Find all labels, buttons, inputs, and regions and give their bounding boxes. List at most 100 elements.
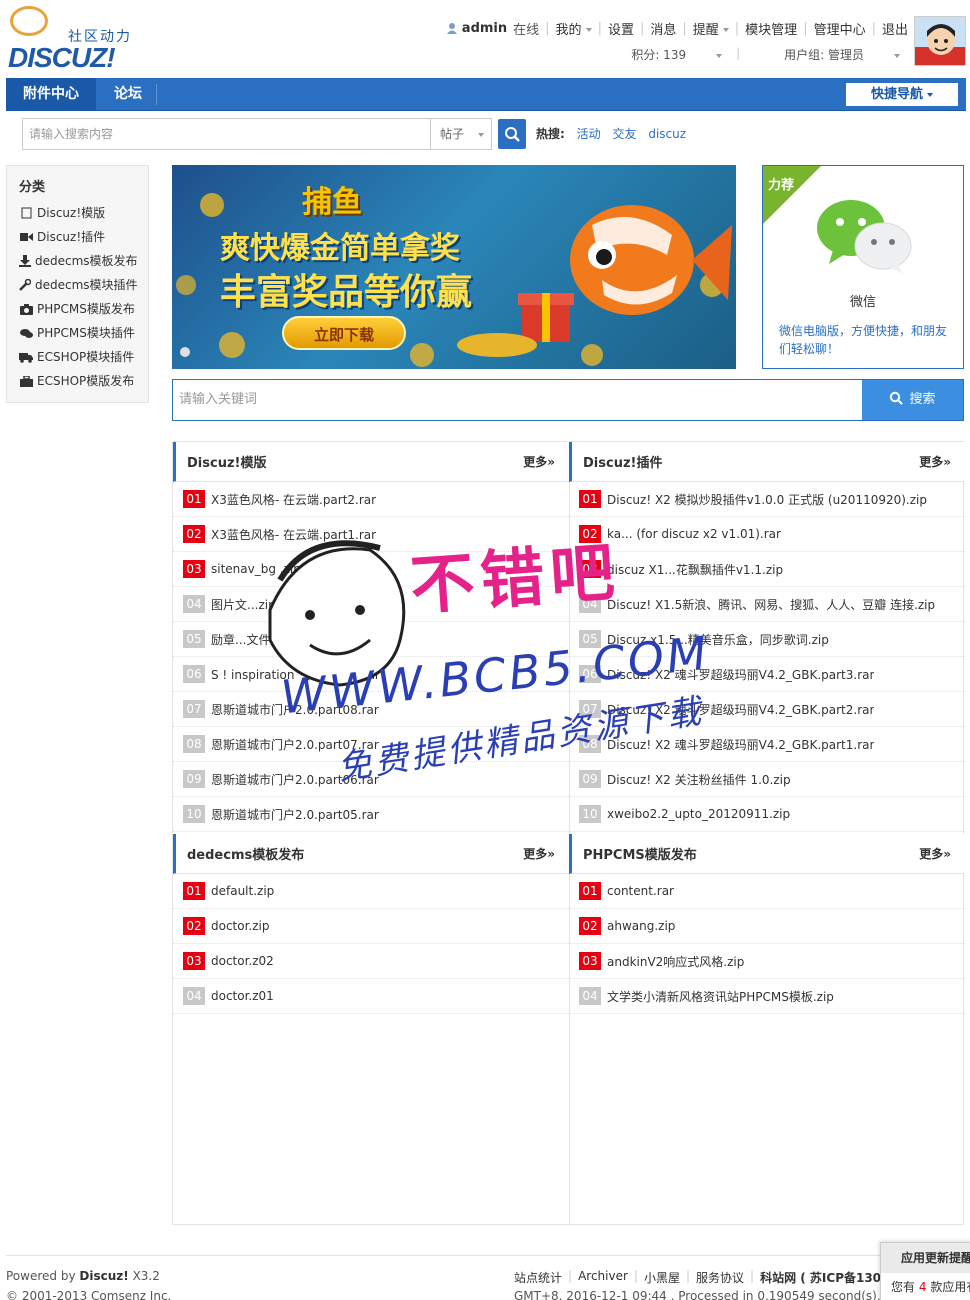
list-item[interactable]: 04 Discuz! X1.5新浪、腾讯、网易、搜狐、人人、豆瓣 连接.zip [569,587,965,622]
list-item[interactable]: 02 ka... (for discuz x2 v1.01).rar [569,517,965,552]
file-name: sitenav_bg .zip [211,562,301,576]
server-info: GMT+8, 2016-12-1 09:44 , Processed in 0.… [514,1289,919,1300]
sidebar-item-dedecms-templates[interactable]: dedecms模板发布 [19,249,138,273]
app-update-popup[interactable]: 应用更新提醒 您有 4 款应用有 [880,1242,970,1300]
rank-badge: 01 [579,490,601,508]
carousel-indicator[interactable] [180,347,190,357]
logout-link[interactable]: 退出 [882,19,908,38]
list-item[interactable]: 06 Discuz! X2 魂斗罗超级玛丽V4.2_GBK.part3.rar [569,657,965,692]
avatar[interactable] [914,16,966,66]
hot-word-link[interactable]: discuz [648,127,686,141]
tab-forum[interactable]: 论坛 [100,78,156,111]
file-name: 恩斯道城市门户2.0.part08.rar [211,702,379,717]
list-item[interactable]: 07 Discuz! X2 魂斗罗超级玛丽V4.2_GBK.part2.rar [569,692,965,727]
popup-count: 4 [918,1280,927,1294]
sidebar-item-discuz-templates[interactable]: Discuz!模版 [19,201,136,225]
footer-link-stats[interactable]: 站点统计 [514,1269,562,1286]
rank-badge: 03 [579,560,601,578]
list-item[interactable]: 06 S ! inspiration 【DX3.0】.rar [173,657,569,692]
list-item[interactable]: 03 discuz X1...花飘飘插件v1.1.zip [569,552,965,587]
sidebar-item-ecshop-templates[interactable]: ECSHOP模版发布 [19,369,136,393]
list-item[interactable]: 10 恩斯道城市门户2.0.part05.rar [173,797,569,832]
list-item[interactable]: 02 X3蓝色风格- 在云端.part1.rar [173,517,569,552]
chevron-down-icon [927,92,933,97]
list-item[interactable]: 09 Discuz! X2 关注粉丝插件 1.0.zip [569,762,965,797]
messages-link[interactable]: 消息 [650,19,676,38]
notifications-menu[interactable]: 提醒 [693,19,729,38]
footer-link-icp[interactable]: 科站网 ( 苏ICP备13033 [760,1269,898,1286]
file-name: ka... (for discuz x2 v1.01).rar [607,527,781,541]
search-input[interactable]: 请输入搜索内容 [22,118,432,150]
keyword-search: 请输入关键词 搜索 [172,379,964,421]
file-name: 恩斯道城市门户2.0.part07.rar [211,737,379,752]
points-label: 积分: 139 [631,48,687,62]
usergroup-menu[interactable]: 用户组: 管理员 [754,46,900,63]
quick-nav-button[interactable]: 快捷导航 [846,83,958,106]
tab-attachment-center[interactable]: 附件中心 [6,78,96,111]
list-item[interactable]: 05 励章...文件.rar [173,622,569,657]
search-type-select[interactable]: 帖子 [430,118,492,150]
list-item[interactable]: 01 default.zip [173,874,569,909]
points-menu[interactable]: 积分: 139 [601,46,723,63]
more-link[interactable]: 更多» [919,453,951,470]
more-link[interactable]: 更多» [919,845,951,862]
list-item[interactable]: 01 Discuz! X2 模拟炒股插件v1.0.0 正式版 (u20110920… [569,482,965,517]
username-link[interactable]: admin [462,21,507,36]
more-link[interactable]: 更多» [523,453,555,470]
settings-link[interactable]: 设置 [608,19,634,38]
file-name: doctor.z02 [211,954,274,968]
list-item[interactable]: 04 文学类小清新风格资讯站PHPCMS模板.zip [569,979,965,1014]
sidebar-item-phpcms-templates[interactable]: PHPCMS模版发布 [19,297,136,321]
keyword-search-button[interactable]: 搜索 [862,380,963,420]
rank-badge: 09 [579,770,601,788]
my-menu[interactable]: 我的 [556,19,592,38]
rank-badge: 02 [183,525,205,543]
module-manage-link[interactable]: 模块管理 [745,19,797,38]
footer-link-blacklist[interactable]: 小黑屋 [644,1269,680,1286]
hot-word-link[interactable]: 交友 [612,127,636,141]
list-item[interactable]: 02 ahwang.zip [569,909,965,944]
sidebar-item-phpcms-plugins[interactable]: PHPCMS模块插件 [19,321,136,345]
sidebar-item-ecshop-plugins[interactable]: ECSHOP模块插件 [19,345,136,369]
banner-download-button[interactable]: 立即下载 [282,316,406,350]
file-name: xweibo2.2_upto_20120911.zip [607,807,791,821]
comments-icon [19,327,33,339]
list-item[interactable]: 03 sitenav_bg .zip [173,552,569,587]
footer-links: 站点统计 | Archiver | 小黑屋 | 服务协议 | 科站网 ( 苏ICP备13… [514,1269,898,1286]
footer-link-agreement[interactable]: 服务协议 [696,1269,744,1286]
sidebar-item-discuz-plugins[interactable]: Discuz!插件 [19,225,136,249]
list-item[interactable]: 05 Discuz x1.5...精美音乐盒，同步歌词.zip [569,622,965,657]
admin-center-link[interactable]: 管理中心 [814,19,866,38]
list-item[interactable]: 03 andkinV2响应式风格.zip [569,944,965,979]
sidebar-item-dedecms-plugins[interactable]: dedecms模块插件 [19,273,138,297]
list-item[interactable]: 01 content.rar [569,874,965,909]
discuz-logo[interactable]: 社区动力 DISCUZ! [6,4,146,73]
file-name: andkinV2响应式风格.zip [607,954,745,969]
more-link[interactable]: 更多» [523,845,555,862]
footer-link-archiver[interactable]: Archiver [578,1269,628,1286]
rank-badge: 04 [579,595,601,613]
list-item[interactable]: 03 doctor.z02 [173,944,569,979]
wechat-recommend-box[interactable]: 力荐 微信 微信电脑版，方便快捷，和朋友们轻松聊！ [762,165,964,369]
file-name: 恩斯道城市门户2.0.part06.rar [211,772,379,787]
discuz-link[interactable]: Discuz! [79,1269,128,1283]
rank-badge: 01 [183,490,205,508]
rank-badge: 06 [579,665,601,683]
list-item[interactable]: 09 恩斯道城市门户2.0.part06.rar [173,762,569,797]
list-item[interactable]: 08 恩斯道城市门户2.0.part07.rar [173,727,569,762]
panel-header: PHPCMS模版发布 更多» [569,834,965,874]
panel-discuz-plugins: Discuz!插件 更多» 01 Discuz! X2 模拟炒股插件v1.0.0 … [569,442,965,832]
list-item[interactable]: 04 图片文...zip [173,587,569,622]
list-item[interactable]: 10 xweibo2.2_upto_20120911.zip [569,797,965,832]
list-item[interactable]: 04 doctor.z01 [173,979,569,1014]
search-button[interactable] [498,119,526,149]
hot-word-link[interactable]: 活动 [577,127,601,141]
panel-title: Discuz!插件 [583,456,663,471]
list-item[interactable]: 08 Discuz! X2 魂斗罗超级玛丽V4.2_GBK.part1.rar [569,727,965,762]
keyword-search-input[interactable]: 请输入关键词 [179,380,257,420]
list-item[interactable]: 02 doctor.zip [173,909,569,944]
list-item[interactable]: 07 恩斯道城市门户2.0.part08.rar [173,692,569,727]
promo-banner[interactable]: 捕鱼 爽快爆金简单拿奖 丰富奖品等你赢 立即下载 [172,165,736,369]
rank-badge: 04 [183,987,205,1005]
list-item[interactable]: 01 X3蓝色风格- 在云端.part2.rar [173,482,569,517]
